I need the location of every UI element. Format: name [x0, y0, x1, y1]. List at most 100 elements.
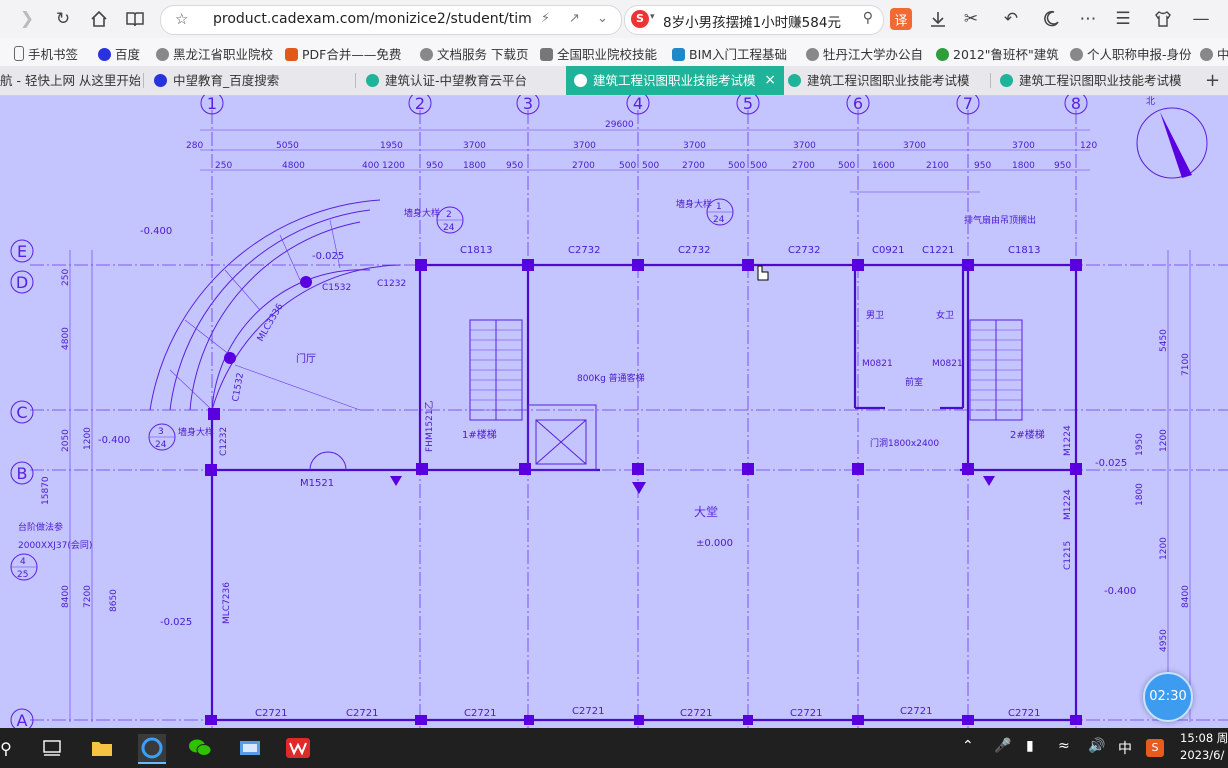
microphone-icon[interactable]: 🎤: [994, 738, 1011, 754]
cad-floor-plan[interactable]: .ln{stroke:#5a1fe0;stroke-width:1;fill:n…: [0, 95, 1228, 728]
undo-icon[interactable]: ↶: [998, 6, 1024, 32]
window-label: C2732: [788, 245, 820, 256]
reading-mode-icon[interactable]: [122, 6, 148, 32]
dimension: 4950: [1159, 629, 1169, 652]
search-box[interactable]: S ▾ 8岁小男孩摆摊1小时赚584元 ⚲: [624, 5, 884, 35]
dimension: 250: [61, 269, 71, 286]
tab[interactable]: 建筑工程识图职业技能考试模: [784, 66, 988, 95]
wechat-icon[interactable]: [186, 734, 214, 762]
window-label: C2721: [790, 708, 822, 719]
dimension: 1800: [1135, 483, 1145, 506]
dimension: 15870: [41, 476, 51, 505]
chevron-down-icon[interactable]: ⌄: [597, 11, 608, 26]
hand-cursor-icon: [757, 265, 769, 281]
tab-divider: [355, 73, 356, 88]
task-view-icon[interactable]: [38, 734, 66, 762]
address-url[interactable]: product.cadexam.com/monizice2/student/ti…: [213, 11, 532, 27]
night-mode-icon[interactable]: [1038, 6, 1064, 32]
tab-active[interactable]: 建筑工程识图职业技能考试模 ×: [566, 66, 784, 95]
search-icon[interactable]: ⚲: [863, 10, 873, 26]
dimension: 5450: [1159, 329, 1169, 352]
new-tab-button[interactable]: +: [1205, 66, 1220, 95]
ime-indicator[interactable]: 中: [1118, 738, 1132, 758]
scissors-icon[interactable]: ✂: [958, 6, 984, 32]
dimension: 950: [974, 161, 991, 171]
window-label: C1813: [1008, 245, 1040, 256]
misc-label: MLC3336: [256, 302, 286, 344]
battery-icon[interactable]: ▮: [1026, 738, 1034, 754]
elevation-label: -0.400: [1104, 586, 1136, 597]
bookmark-item[interactable]: 个人职称申报-身份: [1070, 44, 1192, 63]
system-clock[interactable]: 15:08 周 2023/6/: [1180, 730, 1228, 764]
room-label: 女卫: [936, 309, 954, 321]
axis-label: D: [16, 273, 28, 292]
browser-taskbar-icon[interactable]: [138, 734, 166, 764]
messenger-icon[interactable]: [236, 734, 264, 762]
dimension: 500: [642, 161, 659, 171]
download-icon[interactable]: [925, 6, 951, 32]
search-suggestion[interactable]: 8岁小男孩摆摊1小时赚584元: [663, 11, 841, 31]
globe-icon: [420, 48, 433, 61]
chevron-up-icon[interactable]: ⌃: [962, 738, 974, 754]
bookmark-item[interactable]: BIM入门工程基础: [672, 44, 787, 63]
bookmark-item[interactable]: PDF合并——免费: [285, 44, 401, 63]
window-label: C2721: [464, 708, 496, 719]
axis-label: 7: [963, 95, 973, 113]
search-engine-icon[interactable]: S: [631, 10, 649, 28]
share-icon[interactable]: ↗: [569, 11, 580, 26]
more-icon[interactable]: ⋯: [1075, 6, 1101, 32]
tab[interactable]: 航 - 轻快上网 从这里开始: [0, 66, 140, 95]
reload-icon[interactable]: ↻: [50, 6, 76, 32]
axis-label: 1: [207, 95, 217, 113]
minimize-icon[interactable]: —: [1188, 6, 1214, 32]
volume-icon[interactable]: 🔊: [1088, 738, 1105, 754]
tab[interactable]: 建筑工程识图职业技能考试模: [996, 66, 1196, 95]
bookmark-item[interactable]: 百度: [98, 44, 140, 63]
menu-icon[interactable]: ☰: [1110, 6, 1136, 32]
address-bar[interactable]: ☆ product.cadexam.com/monizice2/student/…: [160, 5, 622, 35]
dimension: 2100: [926, 161, 949, 171]
bookmark-item[interactable]: 手机书签: [14, 44, 78, 63]
window-label: C2721: [572, 706, 604, 717]
north-arrow-icon: 北: [1136, 96, 1208, 179]
axis-label: B: [17, 464, 28, 483]
window-label: C0921: [872, 245, 904, 256]
wps-icon[interactable]: [284, 734, 312, 762]
dimension: 1800: [463, 161, 486, 171]
lightning-icon[interactable]: ⚡: [541, 11, 550, 26]
home-icon[interactable]: [86, 6, 112, 32]
countdown-timer[interactable]: 02:30: [1143, 672, 1193, 722]
dimension: 250: [215, 161, 232, 171]
bookmark-item[interactable]: 2012"鲁班杯"建筑: [936, 44, 1059, 63]
dimension: 3700: [903, 141, 926, 151]
sogou-ime-icon[interactable]: S: [1146, 739, 1164, 757]
window-labels: C1813 C2732 C2732 C2732 C0921 C1221 C181…: [255, 245, 1040, 719]
window-label: C2721: [900, 706, 932, 717]
bim-icon: [672, 48, 685, 61]
translate-button[interactable]: 译: [890, 8, 912, 30]
file-explorer-icon[interactable]: [88, 734, 116, 762]
bookmark-star-icon[interactable]: ☆: [175, 10, 188, 28]
bookmark-item[interactable]: 文档服务 下载页: [420, 44, 528, 63]
wifi-icon[interactable]: ≈: [1058, 738, 1070, 754]
axis-label: C: [16, 403, 27, 422]
bookmark-item[interactable]: 全国职业院校技能: [540, 44, 657, 63]
door-label: M0821: [862, 359, 893, 369]
dimension: 4800: [61, 327, 71, 350]
bookmark-item[interactable]: 牡丹江大学办公自: [806, 44, 923, 63]
shirt-icon[interactable]: [1150, 6, 1176, 32]
elevation-marks: -0.400 -0.025 -0.400 ±0.000 -0.025 -0.40…: [98, 226, 1136, 628]
caret-down-icon[interactable]: ▾: [650, 12, 655, 22]
forward-icon[interactable]: ❯: [14, 6, 40, 32]
bookmark-item[interactable]: 黑龙江省职业院校: [156, 44, 273, 63]
tab[interactable]: 中望教育_百度搜索: [150, 66, 354, 95]
baidu-paw-icon: [154, 74, 167, 87]
grid-axes-vertical: [211, 110, 1077, 728]
bookmark-item[interactable]: 中: [1200, 44, 1228, 63]
dimension: 4800: [282, 161, 305, 171]
close-icon[interactable]: ×: [764, 66, 776, 95]
window-label: C2721: [680, 708, 712, 719]
misc-label: C1532: [322, 283, 351, 293]
search-icon[interactable]: ⚲: [0, 734, 20, 762]
tab[interactable]: 建筑认证-中望教育云平台: [362, 66, 566, 95]
